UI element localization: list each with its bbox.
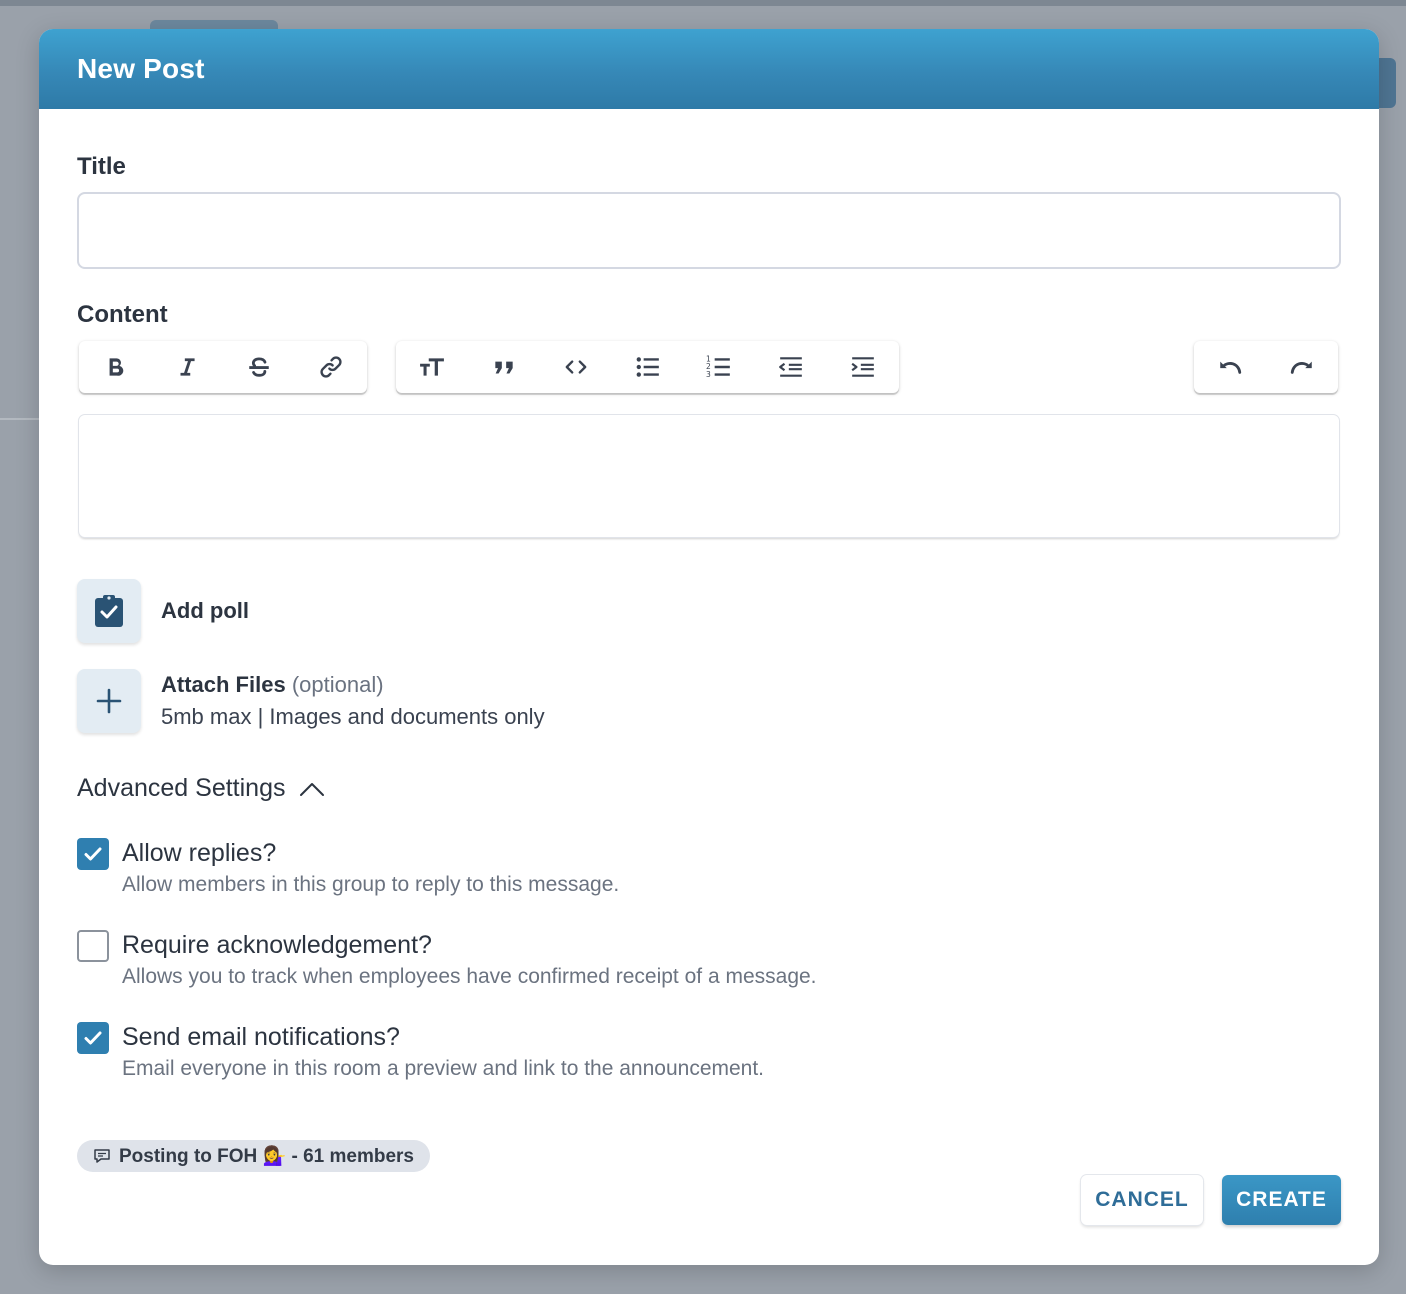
advanced-settings-toggle[interactable]: Advanced Settings (77, 774, 325, 803)
plus-icon (96, 688, 122, 714)
require-acknowledgement-title: Require acknowledgement? (122, 931, 432, 959)
add-poll-label: Add poll (161, 598, 249, 623)
quote-button[interactable] (468, 341, 540, 393)
heading-button[interactable] (396, 341, 468, 393)
allow-replies-description: Allow members in this group to reply to … (122, 873, 620, 896)
bold-icon (109, 358, 124, 376)
italic-button[interactable] (151, 341, 223, 393)
check-icon (84, 1031, 102, 1045)
title-label: Title (77, 153, 126, 180)
italic-icon (180, 358, 195, 376)
outdent-button[interactable] (755, 341, 827, 393)
clipboard-check-icon (95, 595, 123, 627)
link-icon (320, 356, 342, 378)
create-button[interactable]: CREATE (1222, 1175, 1341, 1225)
posting-to-text: Posting to FOH 💁‍♀️ - 61 members (119, 1146, 414, 1167)
chevron-up-icon (300, 782, 325, 796)
advanced-settings-label: Advanced Settings (77, 774, 286, 802)
code-icon (565, 360, 587, 374)
redo-button[interactable] (1266, 341, 1338, 393)
attach-files-optional: (optional) (291, 672, 384, 697)
numbered-list-button[interactable]: 123 (683, 341, 755, 393)
outdent-icon (779, 357, 803, 377)
require-acknowledgement-description: Allows you to track when employees have … (122, 965, 817, 988)
svg-text:3: 3 (706, 370, 711, 379)
new-post-modal: New Post Title Content 1 2 3 Add poll At… (39, 29, 1379, 1265)
bullet-list-button[interactable] (612, 341, 684, 393)
content-label: Content (77, 301, 168, 328)
numbered-list-icon: 123 (706, 355, 731, 379)
redo-icon (1290, 361, 1312, 374)
cancel-button[interactable]: CANCEL (1081, 1175, 1203, 1225)
require-acknowledgement-checkbox[interactable] (77, 930, 109, 962)
strikethrough-icon (249, 357, 269, 377)
send-email-notifications-description: Email everyone in this room a preview an… (122, 1057, 765, 1080)
bold-button[interactable] (79, 341, 151, 393)
strikethrough-button[interactable] (223, 341, 295, 393)
code-button[interactable] (540, 341, 612, 393)
allow-replies-checkbox[interactable] (77, 838, 109, 870)
block-toolbar-group: 123 (396, 341, 899, 393)
modal-title: New Post (77, 53, 205, 84)
chat-bubble-icon (94, 1149, 110, 1163)
allow-replies-title: Allow replies? (122, 839, 277, 867)
modal-header: New Post (39, 29, 1379, 109)
format-toolbar-group (79, 341, 367, 393)
link-button[interactable] (295, 341, 367, 393)
indent-button[interactable] (827, 341, 899, 393)
background-divider (0, 418, 40, 420)
send-email-notifications-checkbox[interactable] (77, 1022, 109, 1054)
attach-files-title: Attach Files (161, 672, 286, 697)
quote-icon (495, 361, 513, 374)
heading-icon (420, 358, 444, 376)
background-topbar (0, 0, 1406, 6)
attach-files-hint: 5mb max | Images and documents only (161, 704, 545, 729)
title-input[interactable] (77, 192, 1341, 269)
content-editor[interactable] (79, 415, 1339, 537)
check-icon (84, 847, 102, 861)
send-email-notifications-title: Send email notifications? (122, 1023, 400, 1051)
posting-to-badge: Posting to FOH 💁‍♀️ - 61 members (77, 1140, 430, 1172)
undo-icon (1220, 361, 1242, 374)
history-toolbar-group (1194, 341, 1338, 393)
indent-icon (851, 357, 874, 377)
add-poll-button[interactable] (77, 579, 141, 643)
attach-files-button[interactable] (77, 669, 141, 733)
undo-button[interactable] (1194, 341, 1266, 393)
attach-files-label: Attach Files (optional) (161, 672, 384, 698)
bullet-list-icon (636, 357, 659, 377)
